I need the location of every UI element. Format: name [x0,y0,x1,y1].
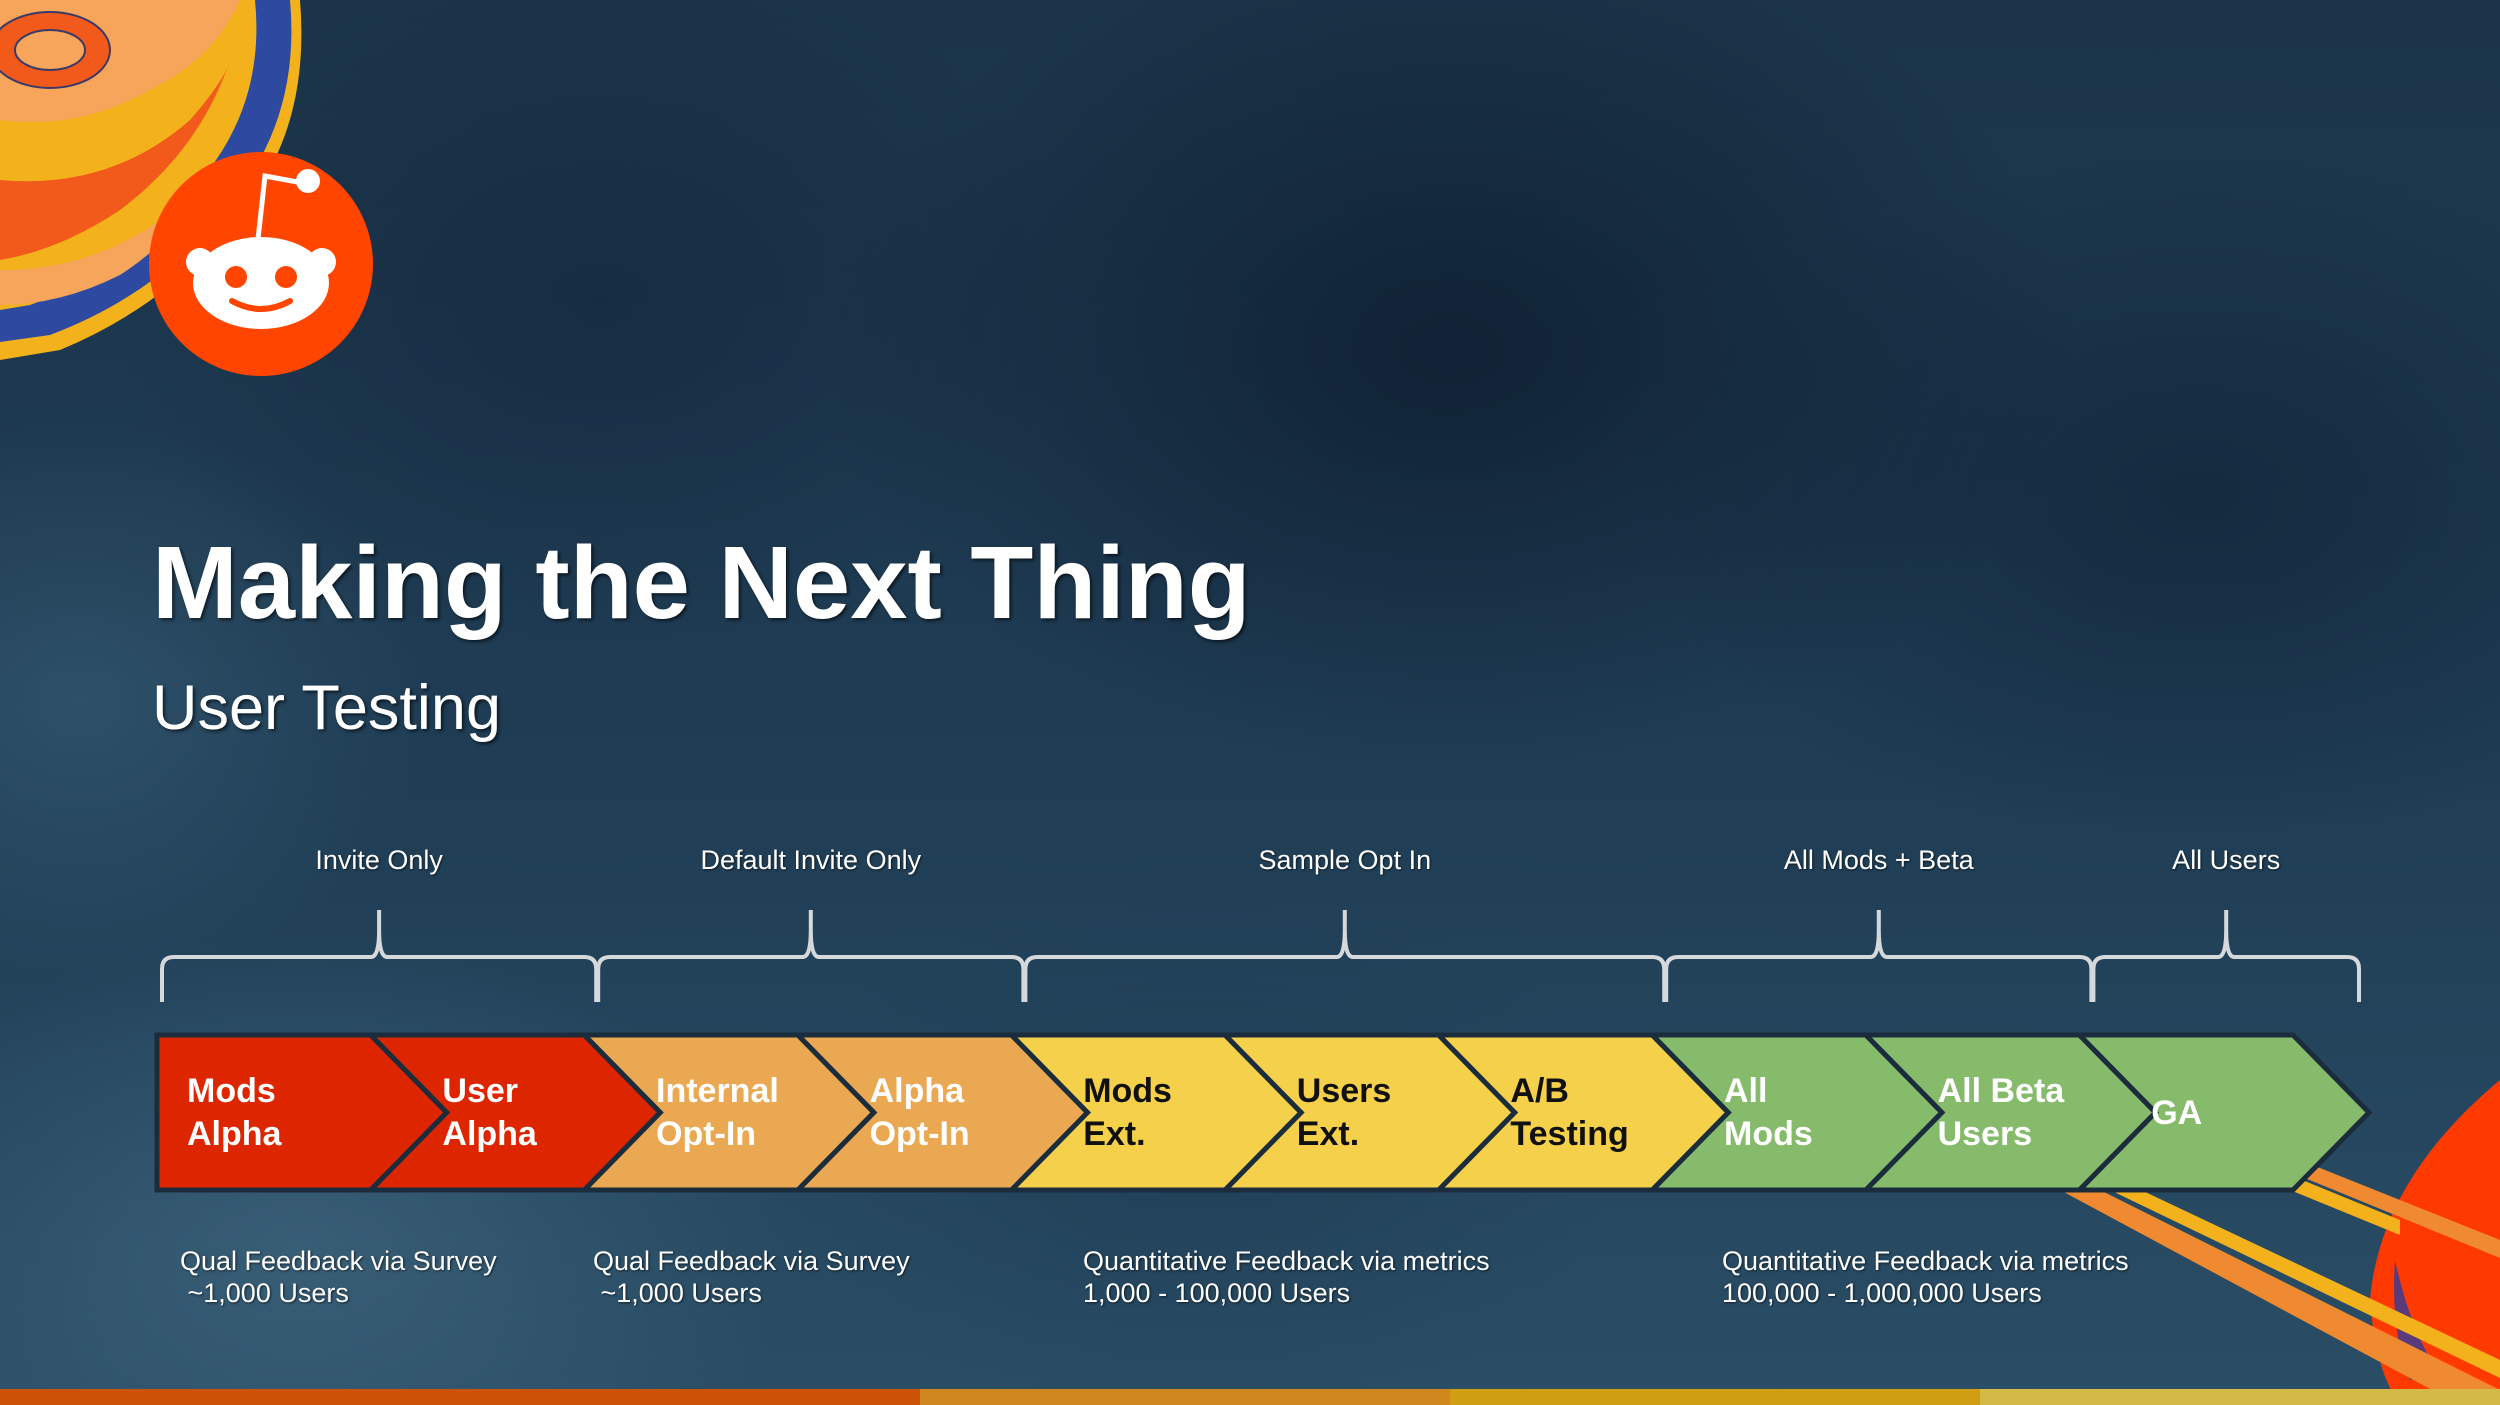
group-brace [1023,910,1667,1002]
stage-label: Mods Ext. [1083,1072,1172,1153]
feedback-note: Qual Feedback via Survey ~1,000 Users [593,1246,910,1308]
group-brace [160,910,599,1002]
group-brace [1664,910,2094,1002]
stage-label: Mods Alpha [187,1072,282,1153]
group-label: Sample Opt In [1258,845,1432,875]
stage-label: A/B Testing [1510,1072,1629,1153]
footer-bar-segment [1450,1389,1980,1405]
group-label: Default Invite Only [700,845,922,875]
footer-bar-segment [0,1389,920,1405]
stage-label: Internal Opt-In [656,1072,779,1153]
stage-label: Users Ext. [1296,1072,1392,1153]
footer-color-bar [0,1389,2500,1405]
group-label: All Mods + Beta [1783,845,1974,875]
feedback-note: Quantitative Feedback via metrics 1,000 … [1083,1246,1490,1308]
group-brace [2091,910,2361,1002]
stage-label: User Alpha [442,1072,537,1153]
stage-diagram [154,910,2373,1193]
stage-label: All Beta Users [1937,1072,2065,1153]
footer-bar-segment [920,1389,1450,1405]
stage-label: GA [2151,1094,2203,1132]
stage-label: Alpha Opt-In [869,1072,970,1153]
group-label: Invite Only [315,845,443,875]
feedback-note: Quantitative Feedback via metrics 100,00… [1722,1246,2129,1308]
footer-bar-segment [1980,1389,2500,1405]
stage-label: All Mods [1724,1072,1813,1153]
group-brace [596,910,1026,1002]
group-label: All Users [2172,845,2281,875]
feedback-note: Qual Feedback via Survey ~1,000 Users [180,1246,497,1308]
